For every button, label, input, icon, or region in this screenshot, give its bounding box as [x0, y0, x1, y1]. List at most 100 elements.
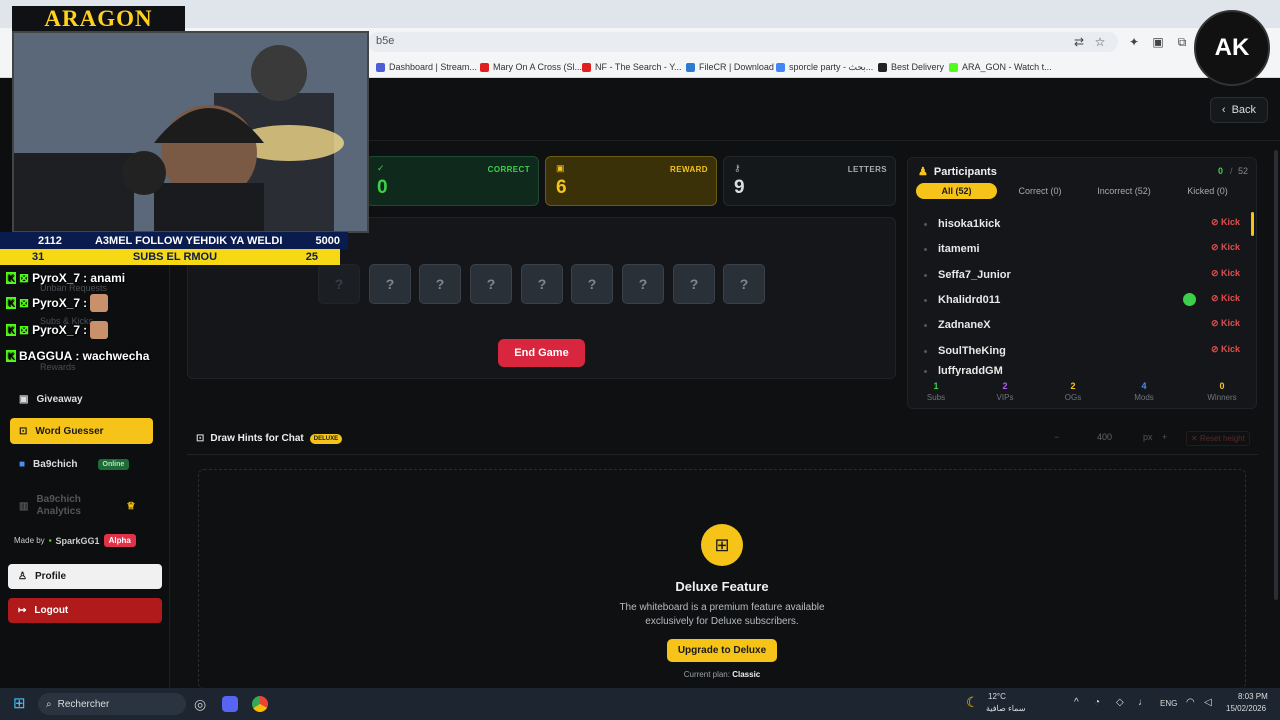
deluxe-feature-description: The whiteboard is a premium feature avai…: [619, 602, 825, 627]
participant-row: Seffa7_Junior ⊘ Kick: [924, 265, 1240, 285]
height-increase-button[interactable]: +: [1162, 432, 1167, 442]
kick-button[interactable]: ⊘ Kick: [1211, 344, 1240, 355]
participants-title: ♟ Participants: [918, 165, 997, 179]
favicon-icon: [878, 62, 887, 72]
hidden-letter: ?: [622, 264, 664, 304]
filter-correct[interactable]: Correct (0): [1003, 183, 1077, 199]
upgrade-button[interactable]: Upgrade to Deluxe: [667, 639, 777, 662]
correct-count: 0: [1218, 166, 1224, 176]
bookmark-item[interactable]: Dashboard | Stream...: [376, 60, 477, 74]
participant-row: SoulTheKing ⊘ Kick: [924, 341, 1240, 361]
participant-row: Khalidrd011 ⊘ Kick: [924, 290, 1240, 310]
webcam-scene: [14, 33, 367, 231]
deluxe-feature-title: Deluxe Feature: [675, 579, 769, 594]
clock-date[interactable]: 15/02/2026: [1226, 704, 1266, 713]
total-count: 52: [1238, 166, 1249, 176]
chrome-icon[interactable]: [252, 696, 268, 712]
bookmark-star-icon[interactable]: ☆: [1093, 35, 1107, 49]
bookmark-item[interactable]: ARA_GON - Watch t...: [949, 60, 1052, 74]
online-badge: Online: [97, 458, 130, 470]
sidebar-item-word-guesser[interactable]: ⊡ Word Guesser: [10, 418, 153, 444]
gamepad-icon: ⊞: [701, 524, 743, 566]
profile-button[interactable]: ♙ Profile: [8, 564, 162, 589]
sidebar-item-ba9chich[interactable]: ■ Ba9chich Online: [10, 451, 153, 477]
sidebar-item-analytics[interactable]: ▥ Ba9chich Analytics ♕: [10, 491, 153, 521]
check-shield-icon: ✓: [377, 163, 385, 173]
emote-icon: [90, 321, 109, 339]
gift-icon: ▣: [556, 163, 565, 173]
taskbar: [0, 688, 1280, 720]
back-button[interactable]: ‹ Back: [1210, 97, 1268, 123]
reward-stat-card: ▣ REWARD 6: [545, 156, 717, 206]
discord-icon[interactable]: [222, 696, 238, 712]
network-icon[interactable]: ◇: [1116, 697, 1124, 708]
sub-badge-icon: [1183, 293, 1196, 306]
webcam-feed: [12, 31, 369, 233]
sidebar-item-giveaway[interactable]: ▣ Giveaway: [10, 386, 153, 412]
taskview-icon[interactable]: ◎: [194, 696, 206, 713]
filter-incorrect[interactable]: Incorrect (52): [1083, 183, 1165, 199]
height-decrease-button[interactable]: −: [1054, 432, 1059, 442]
chevron-up-icon[interactable]: ^: [1074, 697, 1079, 708]
clock-time[interactable]: 8:03 PM: [1238, 692, 1268, 701]
gamepad-icon: ⊡: [196, 433, 205, 444]
tray-icon[interactable]: ◔: [1094, 697, 1100, 708]
reset-height-button[interactable]: ✕ Reset height: [1186, 431, 1250, 446]
filter-all[interactable]: All (52): [916, 183, 997, 199]
address-bar[interactable]: b5e: [368, 32, 1118, 52]
bookmark-item[interactable]: Mary On A Cross (Sl...: [480, 60, 582, 74]
hidden-letter: ?: [723, 264, 765, 304]
wifi-icon[interactable]: ◠: [1186, 697, 1195, 708]
taskbar-search[interactable]: ⌕ Rechercher: [38, 693, 186, 715]
bookmark-item[interactable]: FileCR | Download: [686, 60, 774, 74]
extension-icon[interactable]: ✦: [1127, 35, 1141, 49]
hidden-letter: ?: [470, 264, 512, 304]
microphone-icon[interactable]: ♩: [1138, 697, 1148, 708]
letters-stat-card: ⚷ LETTERS 9: [723, 156, 896, 206]
extensions-puzzle-icon[interactable]: ⧉: [1175, 35, 1189, 49]
made-by: Made by ▪ SparkGG1 Alpha: [14, 534, 136, 547]
search-icon: ⌕: [46, 698, 52, 710]
chat-message: K ⊠ PyroX_7:: [6, 321, 109, 339]
kick-button[interactable]: ⊘ Kick: [1211, 217, 1240, 228]
streamer-logo: AK: [1194, 10, 1270, 86]
height-unit: px: [1143, 432, 1153, 442]
weather-moon-icon: ☾: [966, 694, 979, 710]
kick-button[interactable]: ⊘ Kick: [1211, 242, 1240, 253]
filter-kicked[interactable]: Kicked (0): [1171, 183, 1244, 199]
emote-icon: [90, 294, 109, 312]
hidden-letter: ?: [571, 264, 613, 304]
language-indicator[interactable]: ENG: [1160, 699, 1177, 708]
page-scrollbar[interactable]: [1274, 150, 1278, 600]
participants-scrollbar[interactable]: [1251, 212, 1254, 236]
bookmark-item[interactable]: Best Delivery: [878, 60, 944, 74]
winners-count: 0: [1219, 381, 1225, 391]
translate-icon[interactable]: ⇄: [1072, 35, 1086, 49]
windows-start-icon[interactable]: ⊞: [13, 696, 29, 712]
sidebar-item-rewards[interactable]: Rewards: [40, 362, 76, 372]
stat-label: LETTERS: [847, 165, 887, 174]
bookmark-item[interactable]: sporcle party - بحث...: [776, 60, 873, 74]
stat-label: REWARD: [670, 165, 708, 174]
logout-button[interactable]: ↦ Logout: [8, 598, 162, 623]
browser-tabstrip: [0, 0, 1280, 28]
kick-icon: K: [6, 324, 16, 336]
stat-value: 9: [734, 177, 745, 198]
draw-hints-title: ⊡ Draw Hints for Chat DELUXE: [196, 433, 343, 444]
kick-button[interactable]: ⊘ Kick: [1211, 268, 1240, 279]
kick-button[interactable]: ⊘ Kick: [1211, 293, 1240, 304]
subs-label: Subs: [926, 393, 946, 402]
kick-icon: [949, 62, 958, 72]
weather-temp: 12°C: [988, 692, 1006, 701]
volume-icon[interactable]: ◁: [1204, 697, 1212, 708]
alpha-badge: Alpha: [103, 534, 136, 547]
ogs-count: 2: [1070, 381, 1076, 391]
badge-icon: ⊠: [19, 323, 30, 337]
bookmark-item[interactable]: NF - The Search - Y...: [582, 60, 682, 74]
aragon-logo: ARAGON: [12, 6, 185, 32]
chat-message: K ⊠ PyroX_7:: [6, 294, 109, 312]
screenshot-icon[interactable]: ▣: [1151, 35, 1165, 49]
kick-button[interactable]: ⊘ Kick: [1211, 318, 1240, 329]
end-game-button[interactable]: End Game: [498, 339, 585, 367]
height-input[interactable]: 400: [1097, 432, 1112, 442]
